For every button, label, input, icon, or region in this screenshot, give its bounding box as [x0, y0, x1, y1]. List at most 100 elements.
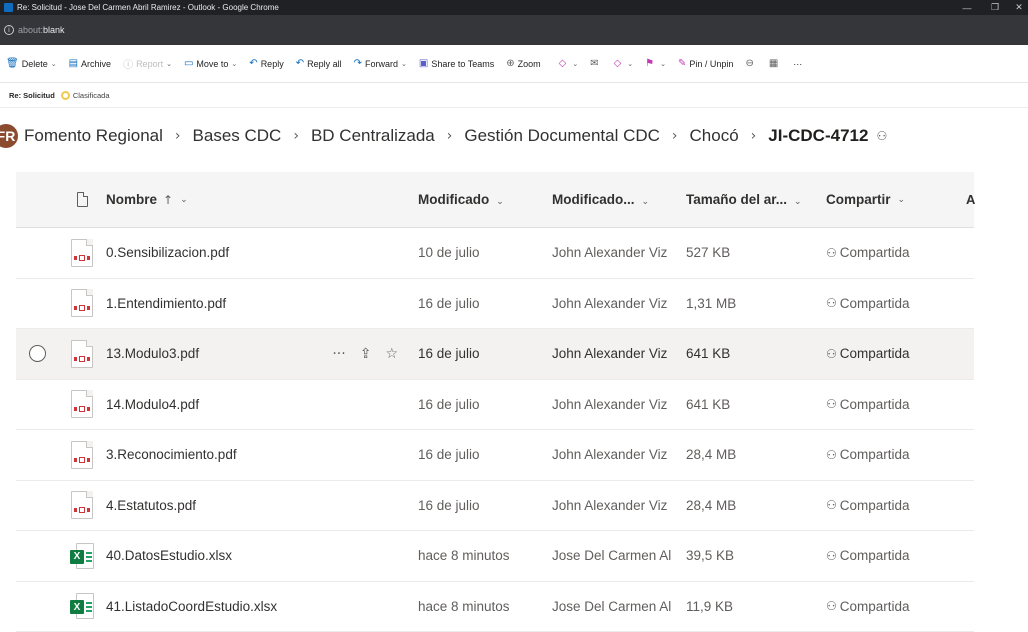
breadcrumb-item[interactable]: Bases CDC	[193, 126, 282, 146]
chevron-down-icon[interactable]: ⌄	[660, 60, 666, 68]
file-name-cell[interactable]: 3.Reconocimiento.pdf	[106, 447, 418, 462]
favorite-star-icon[interactable]: ☆	[385, 346, 398, 362]
zoom-button[interactable]: ⊕Zoom	[506, 58, 540, 69]
apps-button[interactable]: ▦	[769, 58, 781, 69]
modified-by-cell[interactable]: John Alexander Viz	[552, 498, 686, 513]
file-name[interactable]: 13.Modulo3.pdf	[106, 346, 199, 361]
table-row[interactable]: X40.DatosEstudio.xlsxhace 8 minutosJose …	[16, 531, 974, 582]
shared-people-icon[interactable]: ⚇	[876, 129, 887, 143]
file-name-cell[interactable]: 0.Sensibilizacion.pdf	[106, 245, 418, 260]
flag-button[interactable]: ⚑⌄	[645, 58, 666, 69]
table-row[interactable]: 13.Modulo3.pdf ··· ⇪ ☆ 16 de julioJohn Alexa…	[16, 329, 974, 380]
table-row[interactable]: 1.Entendimiento.pdf16 de julioJohn Alexa…	[16, 279, 974, 330]
more-actions-icon[interactable]: ···	[332, 346, 345, 362]
file-name-cell[interactable]: 40.DatosEstudio.xlsx	[106, 548, 418, 563]
column-header-modified[interactable]: Modificado⌄	[418, 192, 552, 207]
breadcrumb-item[interactable]: Gestión Documental CDC	[464, 126, 660, 146]
modified-by-cell[interactable]: John Alexander Viz	[552, 245, 686, 260]
modified-cell: 16 de julio	[418, 346, 552, 361]
sharing-cell[interactable]: ⚇Compartida	[826, 548, 966, 563]
file-name[interactable]: 3.Reconocimiento.pdf	[106, 447, 237, 462]
chevron-down-icon: ⌄	[898, 195, 906, 205]
reply-all-button[interactable]: ↶Reply all	[296, 58, 342, 69]
sharing-cell[interactable]: ⚇Compartida	[826, 346, 966, 361]
url-text[interactable]: about:blank	[18, 25, 65, 35]
file-type-header[interactable]	[58, 192, 106, 207]
table-row[interactable]: 0.Sensibilizacion.pdf10 de julioJohn Ale…	[16, 228, 974, 279]
report-button[interactable]: ⓘReport⌄	[123, 56, 172, 71]
chevron-down-icon[interactable]: ⌄	[51, 60, 57, 68]
table-row[interactable]: 14.Modulo4.pdf16 de julioJohn Alexander …	[16, 380, 974, 431]
close-icon[interactable]: ✕	[1008, 0, 1028, 15]
column-header-modified-by[interactable]: Modificado...⌄	[552, 192, 686, 207]
mark-read-icon: ✉	[590, 58, 598, 69]
file-name-cell[interactable]: 4.Estatutos.pdf	[106, 498, 418, 513]
table-row[interactable]: 4.Estatutos.pdf16 de julioJohn Alexander…	[16, 481, 974, 532]
address-bar[interactable]: i about:blank	[0, 15, 1028, 45]
file-name-cell[interactable]: 1.Entendimiento.pdf	[106, 296, 418, 311]
breadcrumb-item[interactable]: Chocó	[690, 126, 739, 146]
file-name[interactable]: 0.Sensibilizacion.pdf	[106, 245, 229, 260]
row-select-cell[interactable]	[16, 345, 58, 362]
file-name-cell[interactable]: 14.Modulo4.pdf	[106, 397, 418, 412]
file-name[interactable]: 4.Estatutos.pdf	[106, 498, 196, 513]
modified-by-cell[interactable]: John Alexander Viz	[552, 447, 686, 462]
table-row[interactable]: X41.ListadoCoordEstudio.xlsxhace 8 minut…	[16, 582, 974, 632]
chevron-down-icon[interactable]: ⌄	[166, 60, 172, 68]
delete-button[interactable]: 🗑Delete⌄	[6, 58, 57, 69]
table-row[interactable]: 3.Reconocimiento.pdf16 de julioJohn Alex…	[16, 430, 974, 481]
sharing-cell[interactable]: ⚇Compartida	[826, 599, 966, 614]
chevron-down-icon[interactable]: ⌄	[627, 60, 633, 68]
site-logo[interactable]: FR	[0, 124, 18, 148]
column-header-file-size[interactable]: Tamaño del ar...⌄	[686, 192, 826, 207]
info-icon[interactable]: i	[4, 25, 14, 35]
breadcrumb: FR Fomento Regional›Bases CDC›BD Central…	[0, 118, 1028, 154]
file-name[interactable]: 1.Entendimiento.pdf	[106, 296, 226, 311]
modified-by-cell[interactable]: Jose Del Carmen Al	[552, 548, 686, 563]
modified-by-cell[interactable]: John Alexander Viz	[552, 296, 686, 311]
column-header-overflow[interactable]: A	[966, 192, 974, 207]
file-name[interactable]: 14.Modulo4.pdf	[106, 397, 199, 412]
breadcrumb-item[interactable]: BD Centralizada	[311, 126, 435, 146]
column-header-name[interactable]: Nombre↑⌄	[106, 192, 418, 207]
column-sharing-label: Compartir	[826, 192, 891, 207]
sharing-cell[interactable]: ⚇Compartida	[826, 296, 966, 311]
file-icon-cell	[58, 491, 106, 519]
forward-button[interactable]: ↷Forward⌄	[354, 58, 407, 69]
teams-button[interactable]: ▣Share to Teams	[419, 58, 494, 69]
restore-icon[interactable]: ❐	[984, 0, 1006, 15]
file-name-cell[interactable]: 13.Modulo3.pdf ··· ⇪ ☆	[106, 346, 418, 362]
chevron-down-icon[interactable]: ⌄	[231, 60, 237, 68]
minimize-icon[interactable]: —	[956, 0, 978, 15]
mark-read-button[interactable]: ✉	[590, 58, 601, 69]
modified-by-cell[interactable]: John Alexander Viz	[552, 397, 686, 412]
sharing-cell[interactable]: ⚇Compartida	[826, 397, 966, 412]
breadcrumb-current[interactable]: JI-CDC-4712	[768, 126, 868, 146]
file-name-cell[interactable]: 41.ListadoCoordEstudio.xlsx	[106, 599, 418, 614]
sharing-cell[interactable]: ⚇Compartida	[826, 498, 966, 513]
chevron-down-icon[interactable]: ⌄	[401, 60, 407, 68]
archive-button[interactable]: ▤Archive	[69, 58, 111, 69]
more-button[interactable]: ···	[793, 59, 802, 69]
share-icon[interactable]: ⇪	[360, 346, 372, 362]
modified-by-cell[interactable]: John Alexander Viz	[552, 346, 686, 361]
sharing-cell[interactable]: ⚇Compartida	[826, 447, 966, 462]
column-header-sharing[interactable]: Compartir ⌄	[826, 192, 966, 207]
categorize-button[interactable]: ◇⌄	[614, 58, 634, 69]
chevron-down-icon[interactable]: ⌄	[572, 60, 578, 68]
row-select-radio[interactable]	[29, 345, 46, 362]
immersive-reader-button[interactable]: ⊖	[745, 58, 756, 69]
move-to-button[interactable]: ▭Move to⌄	[184, 58, 237, 69]
column-header-row: Nombre↑⌄ Modificado⌄ Modificado...⌄ Tama…	[16, 172, 974, 228]
breadcrumb-item[interactable]: Fomento Regional	[24, 126, 163, 146]
command-label: Delete	[22, 59, 48, 69]
file-name[interactable]: 40.DatosEstudio.xlsx	[106, 548, 232, 563]
reply-button[interactable]: ↶Reply	[249, 58, 283, 69]
file-name[interactable]: 41.ListadoCoordEstudio.xlsx	[106, 599, 277, 614]
modified-by-cell[interactable]: Jose Del Carmen Al	[552, 599, 686, 614]
tag-button[interactable]: ◇⌄	[559, 58, 579, 69]
sharing-cell[interactable]: ⚇Compartida	[826, 245, 966, 260]
teams-icon: ▣	[419, 58, 428, 69]
category-tag[interactable]: Clasificada	[73, 91, 110, 100]
pin-button[interactable]: ✎Pin / Unpin	[678, 58, 733, 69]
